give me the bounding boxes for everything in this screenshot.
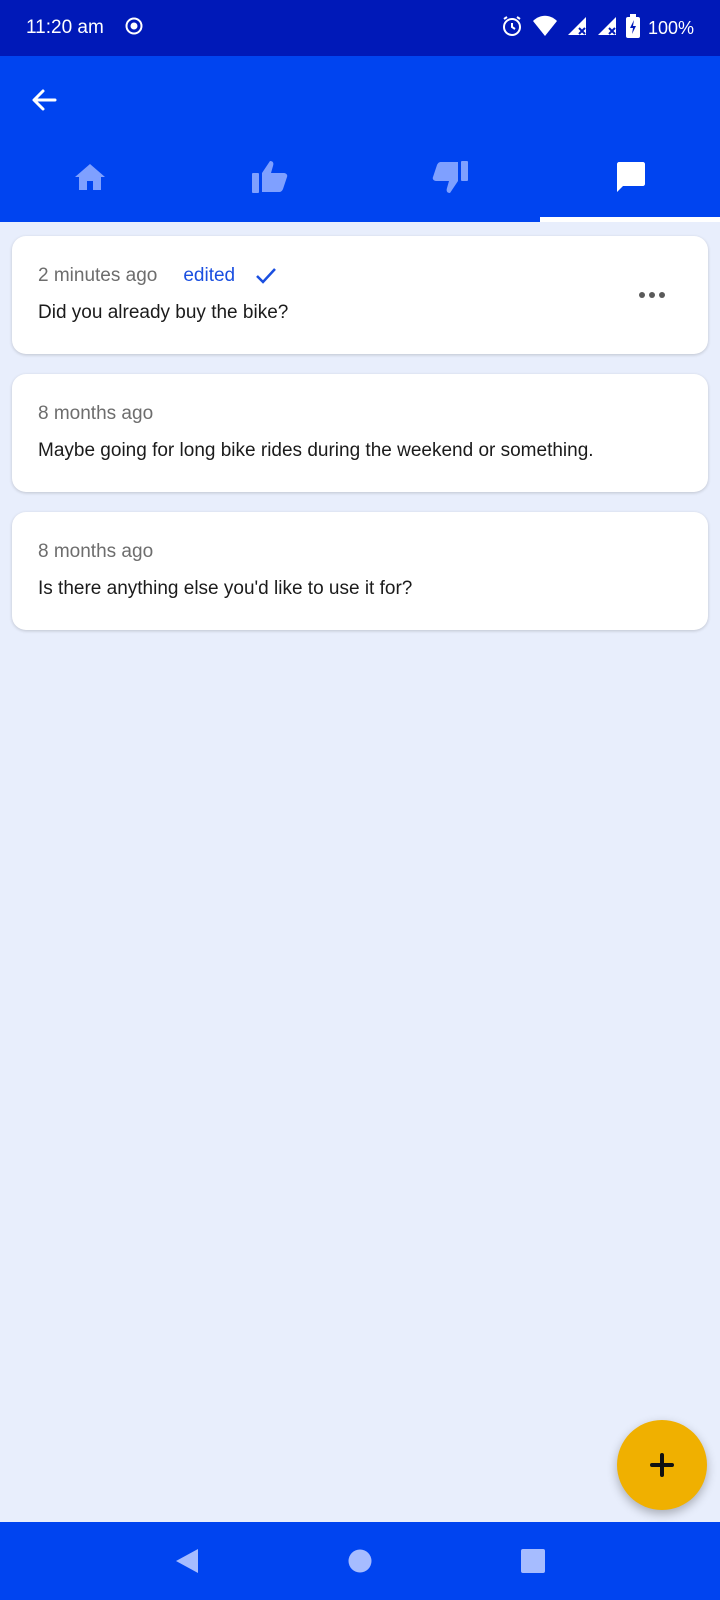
more-horizontal-icon <box>639 292 665 298</box>
app-bar <box>0 56 720 222</box>
record-icon <box>124 16 144 41</box>
tab-likes[interactable] <box>180 132 360 222</box>
comment-text: Maybe going for long bike rides during t… <box>38 440 594 461</box>
comment-time: 8 months ago <box>38 541 154 562</box>
add-comment-button[interactable] <box>617 1420 707 1510</box>
edited-label: edited <box>183 265 236 286</box>
status-time: 11:20 am <box>26 17 104 38</box>
back-button[interactable] <box>20 78 68 122</box>
signal-icon <box>566 15 588 42</box>
tab-comments[interactable] <box>540 132 720 222</box>
wifi-icon <box>532 15 558 42</box>
comment-icon <box>617 162 645 192</box>
arrow-back-icon <box>32 89 57 111</box>
screen: 11:20 am 100% 2 minutes ago edited Did y… <box>0 0 720 1600</box>
comment-text: Did you already buy the bike? <box>38 302 289 323</box>
thumbs-up-icon <box>252 161 288 193</box>
comment-card[interactable]: 8 months ago Is there anything else you'… <box>12 512 708 630</box>
comment-meta: 8 months ago <box>38 400 682 428</box>
tab-bar <box>0 132 720 222</box>
comment-list: 2 minutes ago edited Did you already buy… <box>12 236 708 650</box>
check-icon <box>255 267 277 285</box>
battery-charging-icon <box>625 13 640 43</box>
comment-card[interactable]: 2 minutes ago edited Did you already buy… <box>12 236 708 354</box>
status-left: 11:20 am <box>26 16 144 41</box>
comment-time: 8 months ago <box>38 403 154 424</box>
status-right: 100% <box>500 13 694 43</box>
tab-home[interactable] <box>0 132 180 222</box>
signal-icon <box>596 15 618 42</box>
status-bar: 11:20 am 100% <box>0 0 720 56</box>
square-recents-icon <box>521 1549 546 1573</box>
plus-icon <box>650 1453 674 1477</box>
nav-recents-button[interactable] <box>503 1531 563 1591</box>
nav-back-button[interactable] <box>157 1531 217 1591</box>
comment-meta: 8 months ago <box>38 538 682 566</box>
comment-meta: 2 minutes ago edited <box>38 262 682 290</box>
triangle-back-icon <box>175 1549 198 1573</box>
more-options-button[interactable] <box>632 280 672 310</box>
comment-card[interactable]: 8 months ago Maybe going for long bike r… <box>12 374 708 492</box>
tab-dislikes[interactable] <box>360 132 540 222</box>
circle-home-icon <box>348 1549 372 1573</box>
system-nav-bar <box>0 1522 720 1600</box>
comment-time: 2 minutes ago <box>38 265 158 286</box>
alarm-icon <box>500 14 524 43</box>
nav-home-button[interactable] <box>330 1531 390 1591</box>
home-icon <box>75 164 105 190</box>
battery-percent: 100% <box>647 17 694 38</box>
thumbs-down-icon <box>432 161 468 193</box>
comment-text: Is there anything else you'd like to use… <box>38 578 413 599</box>
